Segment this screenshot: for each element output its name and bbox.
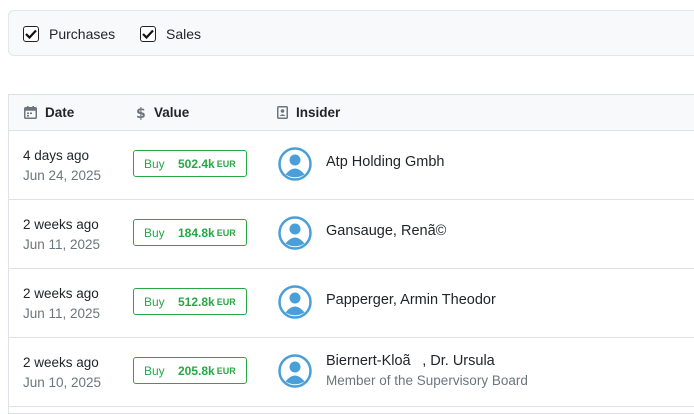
- insider-name[interactable]: Atp Holding Gmbh: [326, 153, 444, 172]
- user-avatar-icon: [278, 147, 312, 181]
- transaction-type: Buy: [144, 225, 165, 240]
- transaction-filter-bar: Purchases Sales: [8, 10, 694, 56]
- purchases-filter[interactable]: Purchases: [23, 25, 115, 43]
- value-badge: Buy 512.8k EUR: [133, 288, 247, 315]
- insider-info: Papperger, Armin Theodor: [326, 291, 496, 310]
- absolute-date: Jun 11, 2025: [23, 306, 101, 321]
- column-label-value: Value: [154, 105, 190, 120]
- checkmark-icon: [25, 29, 37, 39]
- sales-checkbox[interactable]: [140, 26, 156, 42]
- transaction-currency: EUR: [216, 227, 236, 238]
- relative-time: 2 weeks ago: [23, 355, 99, 370]
- transaction-amount: 184.8k: [178, 225, 215, 240]
- transaction-date: 4 days ago Jun 24, 2025: [23, 146, 101, 186]
- column-header-value[interactable]: $ Value: [136, 95, 189, 130]
- insider-info: Biernert-Kloã, Dr. Ursula Member of the…: [326, 352, 528, 390]
- sales-filter[interactable]: Sales: [140, 25, 201, 43]
- id-card-icon: [277, 106, 288, 119]
- transaction-date: 2 weeks ago Jun 11, 2025: [23, 215, 100, 255]
- absolute-date: Jun 10, 2025: [23, 375, 102, 390]
- table-row[interactable]: 2 weeks ago Jun 11, 2025 Buy 184.8k EUR …: [9, 199, 694, 269]
- relative-time: 4 days ago: [23, 148, 90, 163]
- transaction-currency: EUR: [216, 365, 236, 376]
- svg-text:$: $: [136, 106, 146, 120]
- checkmark-icon: [142, 29, 154, 39]
- table-row[interactable]: 2 weeks ago Jun 11, 2025 Buy 512.8k EUR …: [9, 268, 694, 338]
- column-label-date: Date: [45, 105, 75, 120]
- insider-info: Atp Holding Gmbh: [326, 153, 444, 172]
- insider-name[interactable]: Biernert-Kloã, Dr. Ursula: [326, 352, 528, 371]
- user-avatar-icon: [278, 285, 312, 319]
- absolute-date: Jun 11, 2025: [23, 237, 101, 252]
- purchases-label: Purchases: [49, 26, 116, 42]
- transaction-type: Buy: [144, 156, 165, 171]
- insider-role: Member of the Supervisory Board: [326, 373, 528, 388]
- sales-label: Sales: [166, 26, 202, 42]
- insider-name[interactable]: Gansauge, Renã©: [326, 222, 446, 241]
- insider-name[interactable]: Papperger, Armin Theodor: [326, 291, 496, 310]
- transaction-amount: 205.8k: [178, 363, 215, 378]
- transaction-date: 2 weeks ago Jun 10, 2025: [23, 353, 101, 393]
- user-avatar-icon: [278, 354, 312, 388]
- insider-info: Gansauge, Renã©: [326, 222, 446, 241]
- purchases-checkbox[interactable]: [23, 26, 39, 42]
- column-label-insider: Insider: [296, 105, 341, 120]
- user-avatar-icon: [278, 216, 312, 250]
- value-badge: Buy 205.8k EUR: [133, 357, 247, 384]
- absolute-date: Jun 24, 2025: [23, 168, 102, 183]
- transaction-amount: 512.8k: [178, 294, 215, 309]
- dollar-icon: $: [136, 106, 146, 120]
- transaction-date: 2 weeks ago Jun 11, 2025: [23, 284, 100, 324]
- insider-transactions-table: Date $ Value Insider 4 days ago Jun 24, …: [8, 94, 694, 414]
- table-row[interactable]: 4 days ago Jun 24, 2025 Buy 502.4k EUR A…: [9, 130, 694, 200]
- table-header: Date $ Value Insider: [9, 95, 694, 131]
- value-badge: Buy 502.4k EUR: [133, 150, 247, 177]
- calendar-icon: [24, 106, 37, 119]
- table-row[interactable]: 2 weeks ago Jun 10, 2025 Buy 205.8k EUR …: [9, 337, 694, 407]
- relative-time: 2 weeks ago: [23, 286, 99, 301]
- relative-time: 2 weeks ago: [23, 217, 99, 232]
- transaction-type: Buy: [144, 294, 165, 309]
- column-header-insider[interactable]: Insider: [277, 95, 340, 130]
- value-badge: Buy 184.8k EUR: [133, 219, 247, 246]
- transaction-amount: 502.4k: [178, 156, 215, 171]
- transaction-currency: EUR: [216, 158, 236, 169]
- transaction-type: Buy: [144, 363, 165, 378]
- column-header-date[interactable]: Date: [24, 95, 74, 130]
- transaction-currency: EUR: [216, 296, 236, 307]
